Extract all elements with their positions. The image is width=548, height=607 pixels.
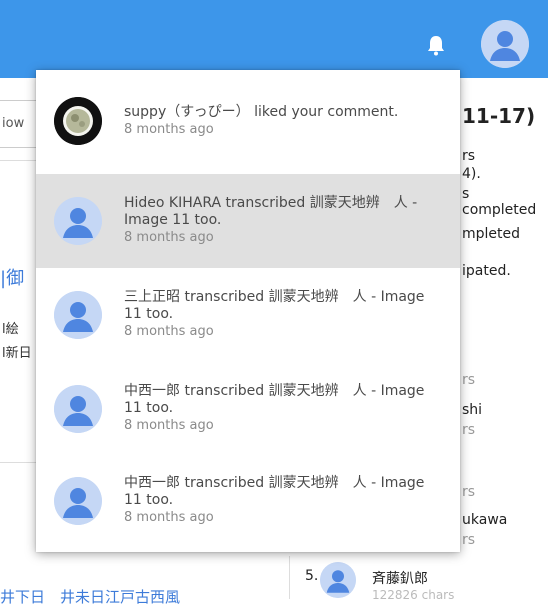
notification-item[interactable]: 三上正昭 transcribed 訓蒙天地辨 人 - Image 11 too.… bbox=[36, 268, 460, 362]
rank-sub-partial: rs bbox=[462, 532, 476, 548]
left-text-partial-2: l新日 bbox=[2, 346, 32, 361]
user-avatar-icon bbox=[54, 291, 102, 339]
notification-item[interactable]: suppy（すっぴー） liked your comment. 8 months… bbox=[36, 74, 460, 168]
rank-name[interactable]: 斉藤釟郎 bbox=[372, 568, 428, 588]
search-input-partial[interactable]: iow bbox=[0, 100, 41, 148]
ranking-title-partial: 11-17) bbox=[462, 104, 536, 128]
stats-line-3: s completed bbox=[462, 186, 537, 218]
stats-line-4: mpleted bbox=[462, 226, 521, 242]
notification-time: 8 months ago bbox=[124, 230, 214, 245]
stats-line-5: ipated. bbox=[462, 263, 511, 279]
user-avatar-icon bbox=[54, 385, 102, 433]
rank-sub-partial: rs bbox=[462, 422, 476, 438]
rank-sub-partial: rs bbox=[462, 372, 476, 388]
notification-time: 8 months ago bbox=[124, 324, 214, 339]
rank-avatar-icon[interactable] bbox=[320, 562, 356, 598]
notification-message: 中西一郎 transcribed 訓蒙天地辨 人 - Image 11 too. bbox=[124, 383, 425, 416]
user-avatar-icon bbox=[54, 477, 102, 525]
stats-line-1: rs bbox=[462, 148, 476, 164]
notification-message: Hideo KIHARA transcribed 訓蒙天地辨 人 - Image… bbox=[124, 195, 418, 228]
divider bbox=[0, 462, 36, 463]
notification-item[interactable]: 中西一郎 transcribed 訓蒙天地辨 人 - Image 11 too.… bbox=[36, 454, 460, 548]
notification-time: 8 months ago bbox=[124, 121, 214, 137]
user-avatar-icon[interactable] bbox=[481, 20, 529, 68]
notification-message: 中西一郎 transcribed 訓蒙天地辨 人 - Image 11 too. bbox=[124, 475, 425, 508]
notification-item[interactable]: Hideo KIHARA transcribed 訓蒙天地辨 人 - Image… bbox=[36, 174, 460, 268]
left-text-partial-1: l絵 bbox=[2, 322, 19, 337]
notification-message: suppy（すっぴー） liked your comment. bbox=[124, 103, 399, 120]
notification-time: 8 months ago bbox=[124, 418, 214, 433]
bell-icon[interactable] bbox=[426, 34, 446, 56]
bottom-link-partial[interactable]: 井下日 井未日江戸古西風 bbox=[0, 586, 290, 607]
notification-message: 三上正昭 transcribed 訓蒙天地辨 人 - Image 11 too. bbox=[124, 289, 425, 322]
rank-number: 5. bbox=[305, 568, 319, 584]
left-link-partial[interactable]: |御 bbox=[0, 264, 24, 290]
notification-item[interactable]: 中西一郎 transcribed 訓蒙天地辨 人 - Image 11 too.… bbox=[36, 362, 460, 456]
notification-time: 8 months ago bbox=[124, 510, 214, 525]
user-avatar-icon bbox=[54, 197, 102, 245]
rank-chars: 122826 chars bbox=[372, 588, 455, 602]
notifications-panel: suppy（すっぴー） liked your comment. 8 months… bbox=[36, 70, 460, 552]
app-header bbox=[0, 0, 548, 78]
user-photo-avatar bbox=[54, 97, 102, 145]
rank-name-partial[interactable]: ukawa bbox=[462, 512, 507, 528]
rank-name-partial[interactable]: shi bbox=[462, 402, 482, 418]
stats-line-2: 4). bbox=[462, 166, 481, 182]
divider bbox=[0, 160, 36, 161]
rank-sub-partial: rs bbox=[462, 484, 476, 500]
